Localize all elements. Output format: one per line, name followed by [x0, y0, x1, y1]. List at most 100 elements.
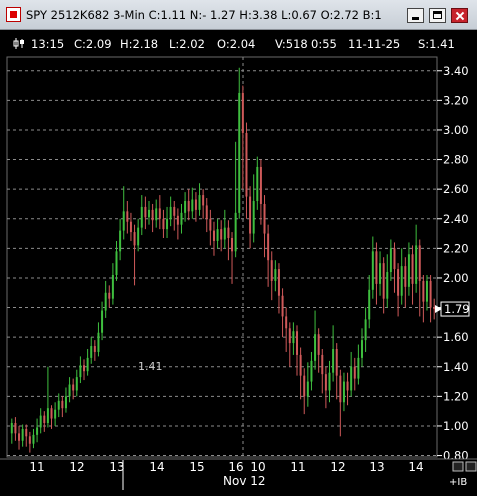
- candle-body: [119, 230, 122, 252]
- candle-body: [259, 166, 262, 204]
- candle-body: [209, 218, 212, 231]
- x-tick-label: 13: [369, 460, 384, 474]
- candle-body: [108, 292, 111, 299]
- candle-body: [350, 366, 353, 391]
- candle-body: [252, 201, 255, 234]
- candle-body: [292, 331, 295, 344]
- candle-body: [267, 233, 270, 261]
- candle-body: [10, 423, 13, 434]
- candle-body: [422, 280, 425, 302]
- y-tick-label: 1.60: [443, 330, 469, 344]
- candle-body: [393, 248, 396, 270]
- candle-body: [314, 334, 317, 361]
- candle-body: [346, 381, 349, 391]
- candle-body: [64, 396, 67, 409]
- candle-body: [14, 423, 17, 434]
- current-price-label: 1.79: [444, 302, 470, 316]
- candle-body: [227, 227, 230, 238]
- y-tick-label: 1.00: [443, 419, 469, 433]
- candle-body: [86, 357, 89, 372]
- candle-body: [321, 354, 324, 375]
- candle-body: [281, 295, 284, 317]
- candle-body: [83, 365, 86, 372]
- candle-body: [25, 428, 28, 437]
- candle-body: [328, 372, 331, 391]
- candle-body: [79, 365, 82, 378]
- candle-body: [205, 205, 208, 219]
- candle-body: [339, 375, 342, 403]
- candle-body: [36, 427, 39, 435]
- candle-body: [418, 245, 421, 281]
- x-tick-label: 12: [330, 460, 345, 474]
- ib-label: +IB: [449, 477, 467, 488]
- y-tick-label: 2.80: [443, 153, 469, 167]
- candle-body: [176, 215, 179, 225]
- candle-body: [263, 203, 266, 234]
- candle-body: [216, 229, 219, 241]
- candle-body: [104, 292, 107, 311]
- x-tick-label: 11: [290, 460, 305, 474]
- x-tick-label: 13: [109, 460, 124, 474]
- candle-body: [212, 230, 215, 241]
- annotation-label: 1.41: [138, 360, 163, 373]
- candle-body: [155, 208, 158, 221]
- y-tick-label: 2.20: [443, 241, 469, 255]
- candle-body: [194, 199, 197, 210]
- candle-body: [360, 340, 363, 358]
- candle-body: [187, 201, 190, 212]
- candle-body: [353, 366, 356, 379]
- candle-body: [400, 266, 403, 296]
- candle-body: [310, 360, 313, 382]
- candle-body: [335, 349, 338, 376]
- candle-body: [234, 212, 237, 252]
- candle-body: [46, 408, 49, 423]
- candle-body: [166, 218, 169, 230]
- candle-body: [342, 381, 345, 403]
- candle-body: [18, 433, 21, 441]
- candle-body: [223, 227, 226, 240]
- candle-body: [324, 374, 327, 391]
- y-tick-label: 2.00: [443, 271, 469, 285]
- candle-body: [303, 375, 306, 397]
- candle-body: [129, 221, 132, 233]
- candle-body: [97, 332, 100, 352]
- candle-body: [140, 206, 143, 228]
- candle-body: [274, 269, 277, 281]
- price-chart[interactable]: 3.403.203.002.802.602.402.202.001.801.60…: [0, 0, 477, 496]
- candle-body: [111, 275, 114, 299]
- x-tick-label: 16: [228, 460, 243, 474]
- candle-body: [249, 196, 252, 234]
- candle-body: [57, 400, 60, 410]
- candle-body: [122, 211, 125, 231]
- scale-minus-button[interactable]: [452, 461, 464, 472]
- candle-body: [425, 280, 428, 302]
- x-date-label: Nov 12: [223, 474, 266, 488]
- candle-body: [126, 211, 129, 222]
- y-tick-label: 3.20: [443, 93, 469, 107]
- candle-body: [389, 248, 392, 273]
- candle-body: [90, 346, 93, 358]
- candle-body: [133, 232, 136, 246]
- candle-body: [137, 227, 140, 246]
- candle-body: [231, 238, 234, 252]
- candle-body: [75, 377, 78, 391]
- x-tick-label: 12: [69, 460, 84, 474]
- candle-body: [429, 280, 432, 308]
- candle-body: [43, 415, 46, 423]
- candle-body: [184, 201, 187, 213]
- candle-body: [220, 229, 223, 240]
- y-tick-label: 2.60: [443, 182, 469, 196]
- y-tick-label: 3.40: [443, 64, 469, 78]
- candle-body: [270, 260, 273, 281]
- candle-body: [39, 415, 42, 428]
- candle-body: [317, 334, 320, 355]
- candle-body: [411, 254, 414, 284]
- candle-body: [180, 212, 183, 225]
- y-tick-label: 0.80: [443, 449, 469, 463]
- scale-plus-button[interactable]: [465, 461, 477, 472]
- candle-body: [144, 206, 147, 218]
- candle-body: [407, 254, 410, 287]
- candle-body: [397, 269, 400, 296]
- candle-body: [306, 381, 309, 397]
- candle-body: [256, 166, 259, 201]
